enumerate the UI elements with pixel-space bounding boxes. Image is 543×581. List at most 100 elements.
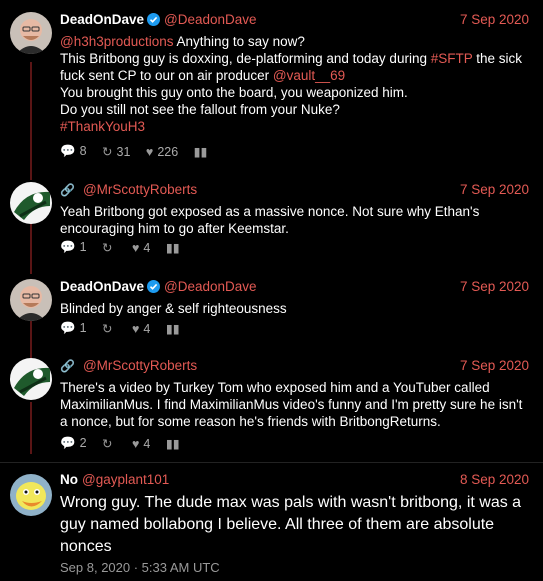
like-button[interactable]: ♥ 226 <box>146 145 178 159</box>
tweet-text: Wrong guy. The dude max was pals with wa… <box>60 494 522 511</box>
tweet-text: Yeah Britbong got exposed as a massive n… <box>60 204 480 219</box>
mention-link[interactable]: #ThankYouH3 <box>60 119 145 134</box>
tweet-text: encouraging him to go after Keemstar. <box>60 221 289 236</box>
tweet-body: Wrong guy. The dude max was pals with wa… <box>60 492 531 558</box>
display-name[interactable]: DeadOnDave <box>60 12 144 27</box>
like-button[interactable]: ♥ 4 <box>132 241 150 255</box>
display-name[interactable]: No <box>60 472 78 487</box>
tweet-text-line: There's a video by Turkey Tom who expose… <box>60 379 531 396</box>
avatar[interactable] <box>10 12 52 54</box>
reply-icon: 💬 <box>60 144 76 159</box>
tweet-text: Anything to say now? <box>173 34 305 49</box>
mention-link[interactable]: #SFTP <box>431 51 473 66</box>
like-icon: ♥ <box>145 144 154 159</box>
user-handle[interactable]: @MrScottyRoberts <box>83 182 197 197</box>
avatar[interactable] <box>10 182 52 224</box>
tweet-text: Blinded by anger & self righteousness <box>60 301 287 316</box>
reply-count: 2 <box>79 436 87 451</box>
tweet-date[interactable]: 7 Sep 2020 <box>460 358 529 373</box>
retweet-icon: ↻ <box>102 145 113 160</box>
stats-button[interactable]: ▮▮ <box>194 144 212 159</box>
tweet-text-line: Yeah Britbong got exposed as a massive n… <box>60 203 531 220</box>
tweet-text-line: Blinded by anger & self righteousness <box>60 300 531 317</box>
tweet-text: MaximilianMus. I find MaximilianMus vide… <box>60 397 523 412</box>
tweet-date[interactable]: 8 Sep 2020 <box>460 472 529 487</box>
tweet-stats: 💬 1 ↻ ♥ 4 ▮▮ <box>60 240 196 256</box>
tweet-text: a nonce, but for some reason he's friend… <box>60 414 441 429</box>
tweet[interactable]: DeadOnDave @DeadonDave 7 Sep 2020 Blinded… <box>0 279 543 341</box>
like-button[interactable]: ♥ 4 <box>132 437 150 451</box>
avatar[interactable] <box>10 474 52 516</box>
retweet-button[interactable]: ↻ <box>102 321 116 336</box>
tweet[interactable]: 🔗 @MrScottyRoberts 7 Sep 2020 There's a v… <box>0 358 543 454</box>
tweet-text-line: @h3h3productions Anything to say now? <box>60 33 531 50</box>
tweet-text: fuck sent CP to our on air producer <box>60 68 273 83</box>
stats-button[interactable]: ▮▮ <box>166 240 184 255</box>
reply-count: 1 <box>79 321 87 336</box>
user-handle[interactable]: @DeadonDave <box>164 279 257 294</box>
like-count: 4 <box>143 240 151 255</box>
like-icon: ♥ <box>131 321 140 336</box>
avatar[interactable] <box>10 279 52 321</box>
tweet[interactable]: 🔗 @MrScottyRoberts 7 Sep 2020 Yeah Britbo… <box>0 182 543 262</box>
divider <box>0 462 543 463</box>
stats-button[interactable]: ▮▮ <box>166 321 184 336</box>
reply-button[interactable]: 💬 1 <box>60 321 87 336</box>
tweet-text-line: nonces <box>60 536 531 558</box>
link-icon: 🔗 <box>60 183 75 197</box>
tweet-header: DeadOnDave @DeadonDave 7 Sep 2020 <box>60 12 529 30</box>
like-count: 226 <box>157 144 179 159</box>
user-handle[interactable]: @MrScottyRoberts <box>83 358 197 373</box>
like-button[interactable]: ♥ 4 <box>132 322 150 336</box>
reply-button[interactable]: 💬 8 <box>60 144 87 159</box>
mention-link[interactable]: @h3h3productions <box>60 34 174 49</box>
like-icon: ♥ <box>131 240 140 255</box>
reply-button[interactable]: 💬 2 <box>60 436 87 451</box>
avatar[interactable] <box>10 358 52 400</box>
retweet-icon: ↻ <box>102 241 113 256</box>
tweet-text-line: MaximilianMus. I find MaximilianMus vide… <box>60 396 531 413</box>
tweet-stats: 💬 1 ↻ ♥ 4 ▮▮ <box>60 321 196 337</box>
tweet-date[interactable]: 7 Sep 2020 <box>460 12 529 27</box>
tweet-text: guy named bollabong I believe. All three… <box>60 516 495 533</box>
stats-button[interactable]: ▮▮ <box>166 436 184 451</box>
link-icon: 🔗 <box>60 359 75 373</box>
display-name[interactable]: DeadOnDave <box>60 279 144 294</box>
stats-icon: ▮▮ <box>193 145 208 160</box>
tweet-text-line: fuck sent CP to our on air producer @vau… <box>60 67 531 84</box>
tweet-text: You brought this guy onto the board, you… <box>60 85 408 100</box>
tweet-text-line: a nonce, but for some reason he's friend… <box>60 413 531 430</box>
tweet-stats: 💬 2 ↻ ♥ 4 ▮▮ <box>60 436 196 452</box>
tweet-text-line: encouraging him to go after Keemstar. <box>60 220 531 237</box>
tweet[interactable]: DeadOnDave @DeadonDave 7 Sep 2020 @h3h3pr… <box>0 12 543 170</box>
tweet-header: No @gayplant101 8 Sep 2020 <box>60 472 529 490</box>
reply-count: 1 <box>79 240 87 255</box>
retweet-icon: ↻ <box>102 437 113 452</box>
user-handle[interactable]: @gayplant101 <box>82 472 169 487</box>
tweet-date[interactable]: 7 Sep 2020 <box>460 279 529 294</box>
retweet-button[interactable]: ↻ <box>102 240 116 255</box>
stats-icon: ▮▮ <box>165 322 180 337</box>
tweet-text-line: #ThankYouH3 <box>60 118 531 135</box>
mention-link[interactable]: @vault__69 <box>273 68 345 83</box>
tweet-text: nonces <box>60 538 112 555</box>
retweet-button[interactable]: ↻ <box>102 436 116 451</box>
retweet-button[interactable]: ↻ 31 <box>102 144 130 159</box>
retweet-icon: ↻ <box>102 322 113 337</box>
tweet-text-line: Do you still not see the fallout from yo… <box>60 101 531 118</box>
reply-icon: 💬 <box>60 436 76 451</box>
tweet-text-line: This Britbong guy is doxxing, de-platfor… <box>60 50 531 67</box>
tweet-body: @h3h3productions Anything to say now? Thi… <box>60 33 531 135</box>
tweet-stats: 💬 8 ↻ 31 ♥ 226 ▮▮ <box>60 144 223 160</box>
tweet-text-line: Wrong guy. The dude max was pals with wa… <box>60 492 531 514</box>
tweet-header: DeadOnDave @DeadonDave 7 Sep 2020 <box>60 279 529 297</box>
user-handle[interactable]: @DeadonDave <box>164 12 257 27</box>
like-icon: ♥ <box>131 436 140 451</box>
tweet-main[interactable]: No @gayplant101 8 Sep 2020 Wrong guy. The… <box>0 472 543 577</box>
reply-button[interactable]: 💬 1 <box>60 240 87 255</box>
tweet-text: There's a video by Turkey Tom who expose… <box>60 380 490 395</box>
tweet-text-line: You brought this guy onto the board, you… <box>60 84 531 101</box>
stats-icon: ▮▮ <box>165 241 180 256</box>
tweet-text: the sick <box>472 51 523 66</box>
tweet-date[interactable]: 7 Sep 2020 <box>460 182 529 197</box>
